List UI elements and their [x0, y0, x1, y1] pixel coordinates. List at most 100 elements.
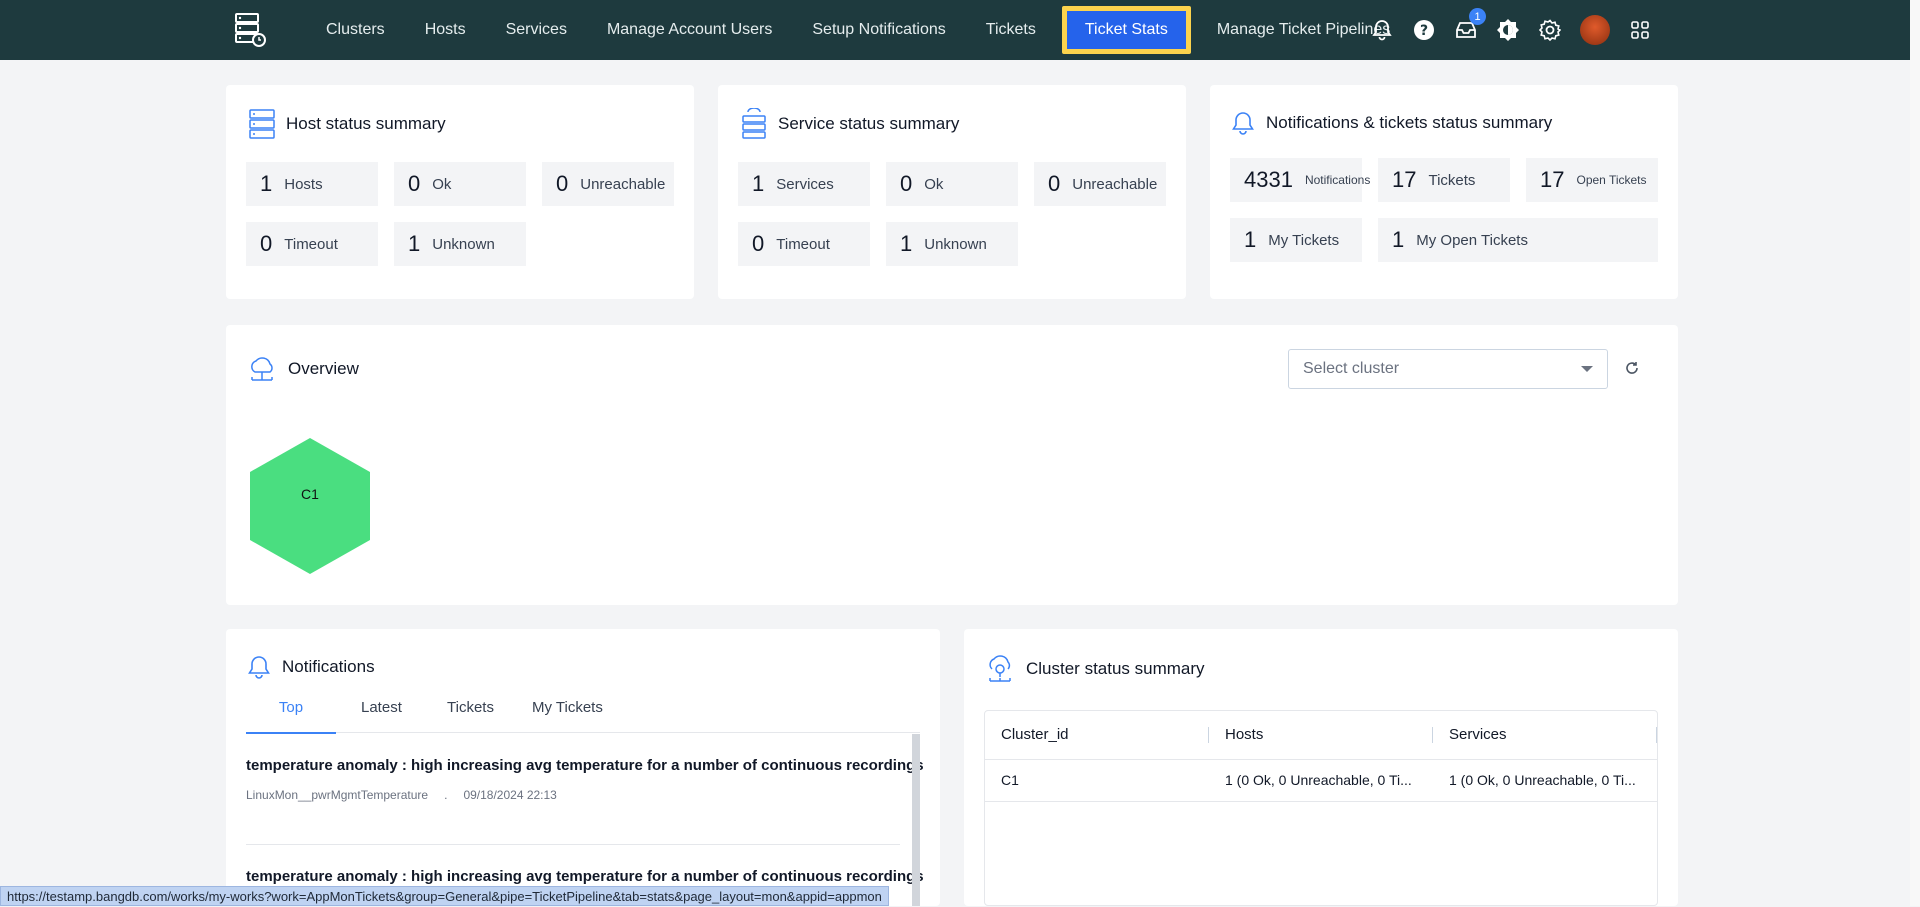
inbox-badge: 1 — [1469, 8, 1486, 25]
service-tile-unreachable[interactable]: 0 Unreachable — [1034, 162, 1166, 206]
column-divider[interactable] — [1432, 727, 1433, 743]
tab-top[interactable]: Top — [246, 692, 336, 734]
refresh-icon[interactable] — [1624, 360, 1640, 376]
table-cell[interactable]: 1 (0 Ok, 0 Unreachable, 0 Ti... — [1225, 759, 1425, 801]
host-status-card: Host status summary 1 Hosts 0 Ok 0 Unreacha… — [226, 85, 694, 299]
inbox-icon[interactable]: 1 — [1454, 8, 1486, 42]
tile-label: My Open Tickets — [1416, 231, 1528, 249]
overview-title: Overview — [288, 359, 359, 378]
select-cluster-placeholder: Select cluster — [1303, 360, 1400, 377]
tab-tickets[interactable]: Tickets — [447, 692, 494, 732]
tile-label: Open Tickets — [1576, 173, 1647, 187]
tile-my-tickets[interactable]: 1 My Tickets — [1230, 218, 1362, 262]
tile-label: Notifications — [1304, 173, 1371, 187]
tile-my-open-tickets[interactable]: 1 My Open Tickets — [1378, 218, 1658, 262]
tile-open-tickets[interactable]: 17 Open Tickets — [1526, 158, 1658, 202]
table-cell[interactable]: C1 — [1001, 759, 1201, 801]
divider — [246, 844, 900, 845]
column-header[interactable]: Cluster_id — [1001, 711, 1069, 759]
tile-label: Timeout — [776, 235, 830, 253]
nav-ticket-stats[interactable]: Ticket Stats — [1061, 6, 1191, 54]
tile-label: Unreachable — [580, 175, 666, 193]
host-tile-timeout[interactable]: 0 Timeout — [246, 222, 378, 266]
host-tile-hosts[interactable]: 1 Hosts — [246, 162, 378, 206]
gear-icon[interactable] — [1538, 18, 1562, 42]
list-item[interactable]: temperature anomaly : high increasing av… — [246, 868, 924, 885]
column-divider[interactable] — [1208, 727, 1209, 743]
tile-label: Hosts — [284, 175, 323, 193]
select-cluster-dropdown[interactable]: Select cluster — [1288, 349, 1608, 389]
table-cell[interactable]: 1 (0 Ok, 0 Unreachable, 0 Ti... — [1449, 759, 1649, 801]
service-tile-unknown[interactable]: 1 Unknown — [886, 222, 1018, 266]
host-tile-ok[interactable]: 0 Ok — [394, 162, 526, 206]
tile-count: 1 — [1392, 227, 1405, 252]
page-scrollbar[interactable] — [1910, 0, 1920, 906]
tile-label: Timeout — [284, 235, 338, 253]
tile-count: 0 — [1048, 171, 1061, 196]
cluster-status-title-row: Cluster status summary — [984, 653, 1205, 685]
notifications-title-row: Notifications — [246, 654, 375, 680]
theme-icon[interactable] — [1496, 18, 1520, 42]
notification-time: 09/18/2024 22:13 — [463, 788, 557, 802]
server-icon — [249, 109, 275, 139]
host-status-title-row: Host status summary — [248, 108, 446, 140]
bell-icon[interactable] — [1370, 18, 1394, 42]
avatar[interactable] — [1580, 15, 1610, 45]
tab-my-tickets[interactable]: My Tickets — [532, 692, 603, 732]
column-divider[interactable] — [1656, 727, 1657, 743]
tile-label: Ok — [432, 175, 452, 193]
tile-tickets[interactable]: 17 Tickets — [1378, 158, 1510, 202]
cloud-settings-icon — [989, 655, 1011, 682]
tile-count: 1 — [1244, 227, 1257, 252]
service-tile-ok[interactable]: 0 Ok — [886, 162, 1018, 206]
apps-grid-icon[interactable] — [1628, 18, 1652, 42]
tab-latest[interactable]: Latest — [361, 692, 402, 732]
nav-setup-notifications[interactable]: Setup Notifications — [792, 0, 965, 60]
service-status-card: Service status summary 1 Services 0 Ok 0 Un… — [718, 85, 1186, 299]
tile-count: 0 — [752, 231, 765, 256]
help-icon[interactable]: ? — [1412, 18, 1436, 42]
server-logo-icon[interactable] — [230, 10, 270, 50]
service-tile-services[interactable]: 1 Services — [738, 162, 870, 206]
tile-count: 1 — [408, 231, 421, 256]
nav-clusters[interactable]: Clusters — [306, 0, 405, 60]
tile-count: 1 — [752, 171, 765, 196]
status-bar-url: https://testamp.bangdb.com/works/my-work… — [0, 886, 889, 906]
notifications-title: Notifications — [282, 657, 375, 676]
host-tile-unreachable[interactable]: 0 Unreachable — [542, 162, 674, 206]
service-status-title: Service status summary — [778, 114, 960, 133]
tile-label: Unknown — [924, 235, 987, 253]
tile-notifications[interactable]: 4331 Notifications — [1230, 158, 1370, 202]
tile-count: 0 — [900, 171, 913, 196]
notif-tickets-title: Notifications & tickets status summary — [1266, 113, 1553, 132]
overview-title-row: Overview — [246, 354, 359, 384]
nav-hosts[interactable]: Hosts — [405, 0, 486, 60]
notif-tickets-title-row: Notifications & tickets status summary — [1230, 110, 1552, 136]
tile-count: 17 — [1540, 167, 1565, 192]
tile-label: Tickets — [1428, 171, 1476, 189]
bell-outline-icon — [248, 656, 270, 679]
column-header[interactable]: Services — [1449, 711, 1507, 759]
host-tile-unknown[interactable]: 1 Unknown — [394, 222, 526, 266]
tile-label: Unknown — [432, 235, 495, 253]
nav-manage-account-users[interactable]: Manage Account Users — [587, 0, 792, 60]
notification-source: LinuxMon__pwrMgmtTemperature — [246, 788, 429, 802]
tile-label: Services — [776, 175, 834, 193]
nav-tickets[interactable]: Tickets — [966, 0, 1056, 60]
notifications-scrollbar[interactable] — [912, 734, 920, 906]
tile-count: 17 — [1392, 167, 1417, 192]
service-stack-icon — [742, 108, 766, 139]
service-tile-timeout[interactable]: 0 Timeout — [738, 222, 870, 266]
nav-services[interactable]: Services — [486, 0, 587, 60]
cluster-hex-label: C1 — [301, 486, 319, 502]
notification-title: temperature anomaly : high increasing av… — [246, 757, 924, 774]
tile-count: 0 — [556, 171, 569, 196]
notif-tickets-card: Notifications & tickets status summary 4… — [1210, 85, 1678, 299]
cluster-hex-c1[interactable]: C1 — [246, 436, 374, 576]
list-item[interactable]: temperature anomaly : high increasing av… — [246, 757, 924, 802]
bell-outline-icon — [1232, 112, 1254, 135]
tile-label: Unreachable — [1072, 175, 1158, 193]
notifications-tabs: Top Latest Tickets My Tickets — [246, 692, 920, 734]
host-status-title: Host status summary — [286, 114, 446, 133]
column-header[interactable]: Hosts — [1225, 711, 1263, 759]
